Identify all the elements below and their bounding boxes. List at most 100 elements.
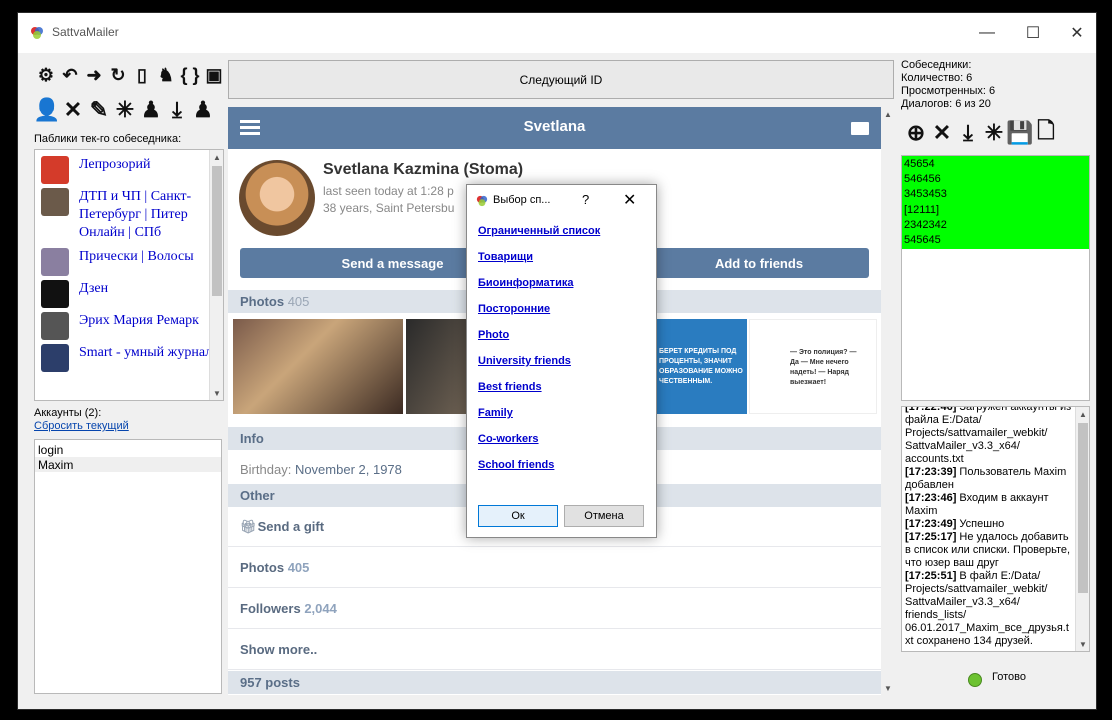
cancel-button[interactable]: Отмена [564,505,644,527]
last-seen: last seen today at 1:28 p [323,184,454,198]
log-scrollbar[interactable]: ▲ ▼ [1075,407,1089,651]
profile-scrollbar[interactable]: ▲ ▼ [881,107,894,695]
account-item[interactable]: login [35,442,221,457]
edit-icon[interactable]: ✎ [88,97,110,122]
delete-icon[interactable]: ✕ [931,120,953,145]
scroll-thumb[interactable] [1078,423,1088,593]
friend-list-link[interactable]: School friends [478,459,600,485]
public-name[interactable]: ДТП и ЧП | Санкт-Петербург | Питер Онлай… [79,189,191,240]
stats-line: Количество: 6 [901,72,973,84]
publics-scrollbar[interactable]: ▲ ▼ [209,150,223,400]
log-text: [17:22:46] Загружен аккаунты из файла E:… [905,407,1073,648]
user-circle-icon[interactable]: 👤 [33,97,60,122]
avatar [41,344,69,372]
help-button[interactable]: ? [582,192,589,207]
ids-list[interactable]: 45654 546456 3453453 [12111] 2342342 545645 [901,155,1090,401]
reset-current-link[interactable]: Сбросить текущий [34,420,129,432]
id-item[interactable]: 2342342 [904,218,1087,233]
public-name[interactable]: Smart - умный журнал! [79,345,217,360]
add-circle-icon[interactable]: ⊕ [905,120,927,145]
friend-list-link[interactable]: Ограниченный список [478,225,600,251]
id-item[interactable]: 45654 [904,157,1087,172]
log-entry: [17:25:51] В файл E:/Data/ Projects/satt… [905,570,1073,648]
minimize-button[interactable]: — [964,13,1010,53]
photos-row[interactable]: Photos 405 [228,548,881,588]
next-id-button[interactable]: Следующий ID [228,60,894,99]
show-more-row[interactable]: Show more.. [228,630,881,670]
list-item[interactable]: Прически | Волосы [41,248,223,276]
app-logo-icon [476,195,488,207]
mail-icon[interactable] [851,122,869,135]
loading-icon[interactable]: ✳ [983,120,1005,145]
followers-row[interactable]: Followers 2,044 [228,589,881,629]
scroll-up-icon[interactable]: ▲ [210,150,223,164]
user-icon[interactable]: ♞ [156,63,176,87]
id-item[interactable]: 545645 [904,233,1087,248]
add-friends-button[interactable]: Add to friends [649,248,869,278]
list-item[interactable]: Эрих Мария Ремарк [41,312,223,340]
accounts-label: Аккаунты (2): [34,407,102,419]
public-name[interactable]: Дзен [79,281,108,296]
id-item[interactable]: [12111] [904,203,1087,218]
scroll-down-icon[interactable]: ▼ [210,386,223,400]
settings-icon[interactable]: ⚙ [36,63,56,87]
birthday-label: Birthday: [240,462,292,477]
publics-list[interactable]: Лепрозорий ДТП и ЧП | Санкт-Петербург | П… [34,149,224,401]
scroll-down-icon[interactable]: ▼ [881,681,895,695]
account-item[interactable]: Maxim [35,457,221,472]
public-name[interactable]: Эрих Мария Ремарк [79,313,199,328]
friend-list-link[interactable]: Family [478,407,600,433]
id-item[interactable]: 3453453 [904,187,1087,202]
photo-thumbnail[interactable]: БЕРЕТ КРЕДИТЫ ПОД ПРОЦЕНТЫ, ЗНАЧИТ ОБРАЗ… [656,319,747,414]
download-icon[interactable]: ⤓ [166,97,188,122]
forward-icon[interactable]: ➜ [84,63,104,87]
file-icon[interactable]: 🗋 [1035,118,1057,145]
users-icon[interactable]: ♟ [140,97,162,122]
list-item[interactable]: Лепрозорий [41,156,223,184]
gift-icon: 🎁︎ [240,519,257,534]
friend-list-link[interactable]: Посторонние [478,303,600,329]
delete-icon[interactable]: ✕ [62,97,84,122]
scroll-down-icon[interactable]: ▼ [1076,637,1089,651]
friend-list-link[interactable]: Биоинформатика [478,277,600,303]
id-item[interactable]: 546456 [904,172,1087,187]
friend-list-link[interactable]: Best friends [478,381,600,407]
scroll-thumb[interactable] [212,166,222,296]
list-select-dialog: Выбор сп... ? ✕ Ограниченный список Товар… [466,184,657,538]
log-panel[interactable]: [17:22:46] Загружен аккаунты из файла E:… [901,406,1090,652]
friend-list-link[interactable]: Товарищи [478,251,600,277]
photos-row-count: 405 [287,560,310,575]
close-window-button[interactable]: ✕ [1054,13,1096,53]
close-dialog-button[interactable]: ✕ [623,190,636,210]
maximize-button[interactable]: ☐ [1010,13,1056,53]
friend-list-link[interactable]: University friends [478,355,600,381]
braces-icon[interactable]: { } [180,63,200,87]
ok-button[interactable]: Ок [478,505,558,527]
public-name[interactable]: Прически | Волосы [79,249,194,264]
list-item[interactable]: Дзен [41,280,223,308]
window-title: SattvaMailer [52,25,119,39]
scroll-up-icon[interactable]: ▲ [881,107,895,121]
avatar[interactable] [239,160,315,236]
friend-list-link[interactable]: Co-workers [478,433,600,459]
posts-section-header[interactable]: 957 posts [228,671,881,694]
avatar [41,156,69,184]
image-icon[interactable]: ▣ [204,63,224,87]
scroll-up-icon[interactable]: ▲ [1076,407,1089,421]
user-settings-icon[interactable]: ♟ [192,97,214,122]
undo-icon[interactable]: ↶ [60,63,80,87]
list-item[interactable]: Smart - умный журнал! [41,344,223,372]
photo-thumbnail[interactable]: — Это полиция? — Да — Мне нечего надеть!… [749,319,877,414]
followers-label: Followers [240,601,301,616]
download-icon[interactable]: ⤓ [957,120,979,145]
loading-icon[interactable]: ✳ [114,97,136,122]
accounts-list[interactable]: login Maxim [34,439,222,694]
friend-list-link[interactable]: Photo [478,329,600,355]
phone-icon[interactable]: ▯ [132,63,152,87]
public-name[interactable]: Лепрозорий [79,157,151,172]
save-icon[interactable]: 💾 [1006,120,1033,145]
list-item[interactable]: ДТП и ЧП | Санкт-Петербург | Питер Онлай… [41,188,223,242]
photo-thumbnail[interactable] [233,319,403,414]
app-logo-icon [31,27,43,39]
refresh-icon[interactable]: ↻ [108,63,128,87]
